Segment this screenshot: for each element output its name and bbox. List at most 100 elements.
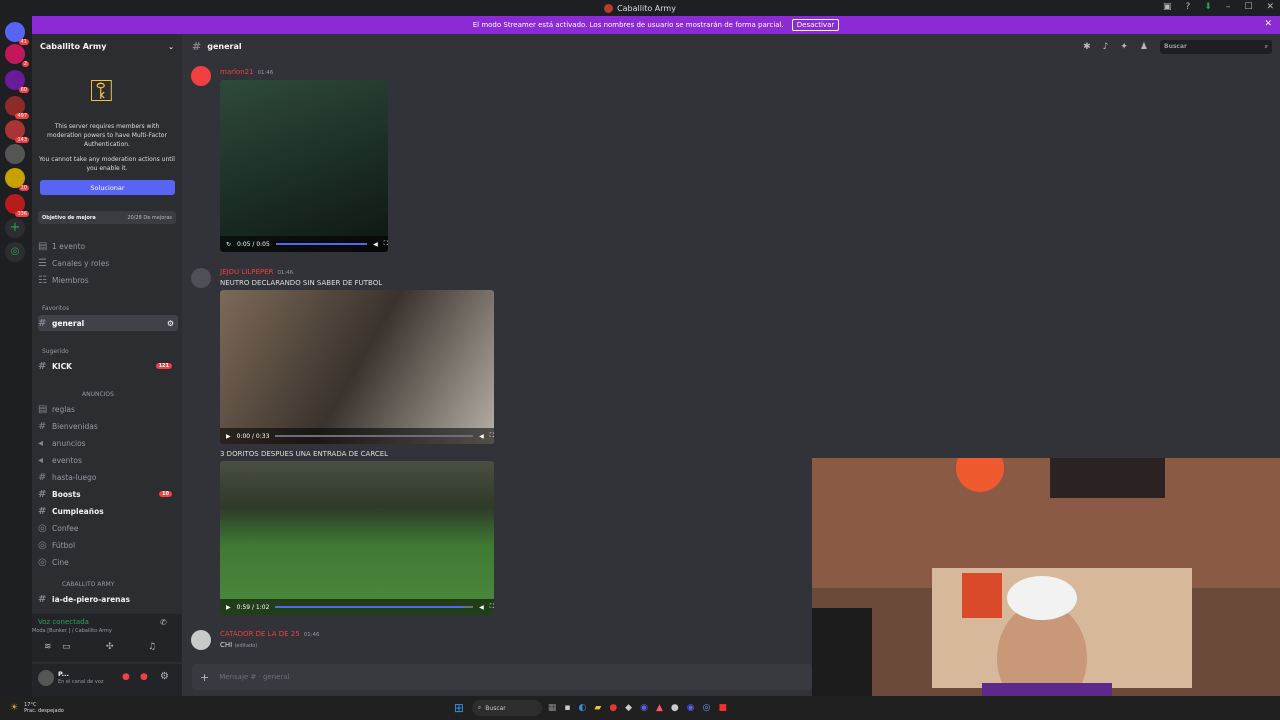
channel-general-favorite[interactable]: # general ⚙ xyxy=(38,315,178,331)
channel-eventos[interactable]: ◂ eventos xyxy=(38,452,178,468)
terminal-icon[interactable]: ▪ xyxy=(564,703,570,713)
server-icon[interactable]: 2 xyxy=(5,44,29,67)
inbox-icon[interactable]: ▣ xyxy=(1163,2,1172,12)
video-player[interactable]: ▶ 0:00 / 0:33 ◀ ⛶ xyxy=(220,290,494,444)
channel-bienvenidas[interactable]: # Bienvenidas xyxy=(38,418,178,434)
message-author[interactable]: marlon21 01:46 xyxy=(220,68,273,76)
server-name: Caballito Army xyxy=(40,42,107,51)
channel-hasta-luego[interactable]: # hasta-luego xyxy=(38,469,178,485)
mute-icon[interactable]: ● xyxy=(122,672,130,682)
app-icon[interactable]: ■ xyxy=(718,703,727,713)
app-icon[interactable]: ◆ xyxy=(625,703,632,713)
video-player[interactable]: ▶ 0:59 / 1:02 ◀ ⛶ xyxy=(220,461,494,615)
video-progress[interactable] xyxy=(275,435,474,437)
message-author[interactable]: JEJOU LILPEPER 01:46 xyxy=(220,268,293,276)
server-icon[interactable]: 497 xyxy=(5,96,29,119)
video-progress[interactable] xyxy=(275,606,474,608)
channel-anuncios[interactable]: ◂ anuncios xyxy=(38,435,178,451)
user-panel: P... En el canal de voz ● ● ⚙ xyxy=(32,664,182,696)
activities-icon[interactable]: ✣ xyxy=(106,642,114,652)
members-icon: ☷ xyxy=(38,274,47,286)
fullscreen-icon[interactable]: ⛶ xyxy=(490,603,494,611)
play-icon[interactable]: ▶ xyxy=(226,604,231,611)
screen-share-icon[interactable]: ▭ xyxy=(62,642,71,652)
replay-icon[interactable]: ↻ xyxy=(226,241,231,248)
download-icon[interactable]: ⬇ xyxy=(1204,2,1212,12)
channel-reglas[interactable]: ▤ reglas xyxy=(38,401,178,417)
fix-mfa-button[interactable]: Solucionar xyxy=(40,180,175,195)
channel-cumpleanos[interactable]: # Cumpleaños xyxy=(38,503,178,519)
avatar[interactable] xyxy=(191,268,211,288)
weather-icon[interactable]: ☀ xyxy=(10,703,18,713)
sidebar-item-events[interactable]: ▤ 1 evento xyxy=(38,238,178,254)
fullscreen-icon[interactable]: ⛶ xyxy=(384,240,388,248)
minimize-button[interactable]: – xyxy=(1226,2,1231,12)
sidebar-item-channels-roles[interactable]: ☰ Canales y roles xyxy=(38,255,178,271)
fullscreen-icon[interactable]: ⛶ xyxy=(490,432,494,440)
deafen-icon[interactable]: ● xyxy=(140,672,148,682)
help-icon[interactable]: ? xyxy=(1186,2,1191,12)
video-player[interactable]: ↻ 0:05 / 0:05 ◀ ⛶ xyxy=(220,80,388,252)
avatar[interactable] xyxy=(38,670,54,686)
message-input[interactable]: + Mensaje # · general xyxy=(192,664,812,690)
start-icon[interactable]: ⊞ xyxy=(454,701,464,715)
channel-ia-de-piero-arenas[interactable]: # ia-de-piero-arenas xyxy=(38,591,178,607)
channel-label: Fútbol xyxy=(52,540,76,550)
video-progress[interactable] xyxy=(275,243,368,245)
channel-cine[interactable]: ◎ Cine xyxy=(38,554,178,570)
notification-bell-icon[interactable]: ♪ xyxy=(1103,42,1109,52)
play-icon[interactable]: ▶ xyxy=(226,433,231,440)
add-server-icon[interactable]: + xyxy=(5,218,25,238)
pin-icon[interactable]: ✦ xyxy=(1120,42,1128,52)
disconnect-icon[interactable]: ✆ xyxy=(160,618,167,627)
brave-icon[interactable]: ▲ xyxy=(656,703,663,713)
server-icon[interactable]: 60 xyxy=(5,70,29,93)
category-announcements[interactable]: ANUNCIOS xyxy=(82,391,114,398)
user-status: En el canal de voz xyxy=(58,679,104,685)
server-icon[interactable] xyxy=(5,144,25,164)
chevron-down-icon[interactable]: ⌄ xyxy=(168,43,174,51)
file-explorer-icon[interactable]: ▰ xyxy=(594,703,601,713)
task-view-icon[interactable]: ▦ xyxy=(548,703,557,713)
settings-icon[interactable]: ⚙ xyxy=(167,319,174,328)
app-icon[interactable]: ● xyxy=(609,703,617,713)
member-list-icon[interactable]: ♟ xyxy=(1140,42,1148,52)
server-header[interactable]: Caballito Army ⌄ xyxy=(32,34,182,59)
volume-icon[interactable]: ◀ xyxy=(479,604,484,611)
edge-icon[interactable]: ◐ xyxy=(579,703,587,713)
channel-futbol[interactable]: ◎ Fútbol xyxy=(38,537,178,553)
discover-icon[interactable]: ◎ xyxy=(5,242,25,262)
close-button[interactable]: ✕ xyxy=(1266,2,1274,12)
message-author[interactable]: CATADOR DE LA DE 25 01:46 xyxy=(220,630,320,638)
channel-confee[interactable]: ◎ Confee xyxy=(38,520,178,536)
home-icon[interactable]: 41 xyxy=(5,22,29,45)
noise-suppression-icon[interactable]: ≋ xyxy=(44,642,52,652)
avatar[interactable] xyxy=(191,66,211,86)
sidebar-item-members[interactable]: ☷ Miembros xyxy=(38,272,178,288)
close-banner-icon[interactable]: ✕ xyxy=(1264,19,1272,29)
weather-widget[interactable]: 17°C Prac. despejado xyxy=(24,702,64,714)
avatar[interactable] xyxy=(191,630,211,650)
channel-boosts[interactable]: # Boosts 10 xyxy=(38,486,178,502)
github-icon[interactable]: ● xyxy=(671,703,679,713)
boost-goal[interactable]: Objetivo de mejora 20/28 De mejoras xyxy=(38,211,176,224)
server-icon[interactable]: 143 xyxy=(5,120,29,143)
maximize-button[interactable]: ☐ xyxy=(1244,2,1252,12)
add-attachment-icon[interactable]: + xyxy=(200,671,209,684)
soundboard-icon[interactable]: ♫ xyxy=(148,642,156,652)
threads-icon[interactable]: ✱ xyxy=(1083,42,1091,52)
server-icon[interactable]: 336 xyxy=(5,194,29,217)
steam-icon[interactable]: ◎ xyxy=(703,703,711,713)
app-icon[interactable]: ◉ xyxy=(687,703,695,713)
search-input[interactable]: Buscar ⌕ xyxy=(1160,39,1272,54)
user-settings-icon[interactable]: ⚙ xyxy=(160,671,169,682)
channel-kick[interactable]: # KICK 121 xyxy=(38,358,178,374)
server-icon[interactable]: 10 xyxy=(5,168,29,191)
discord-icon[interactable]: ◉ xyxy=(640,703,648,713)
volume-icon[interactable]: ◀ xyxy=(373,241,378,248)
disable-streamer-button[interactable]: Desactivar xyxy=(791,19,840,31)
category-caballito[interactable]: CABALLITO ARMY xyxy=(62,581,114,588)
taskbar-search[interactable]: ⌕ Buscar xyxy=(471,700,542,716)
volume-icon[interactable]: ◀ xyxy=(479,433,484,440)
message-text: CHI (editado) xyxy=(220,641,257,649)
